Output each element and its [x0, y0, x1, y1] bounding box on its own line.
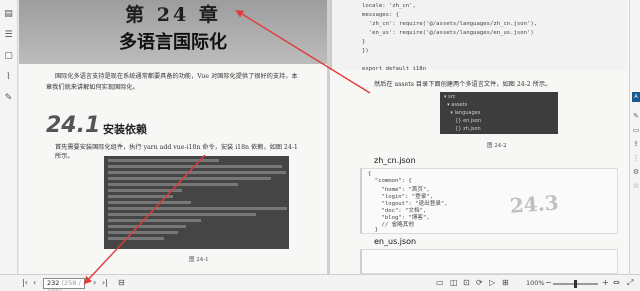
page-right: locale: 'zh_cn', messages: { 'zh_cn': re… — [330, 0, 629, 274]
settings-icon[interactable]: ⚙ — [632, 168, 640, 176]
fit-width-icon[interactable]: ⇔ — [613, 278, 620, 288]
comment-icon[interactable]: ▢ — [3, 50, 15, 62]
translate-badge-icon[interactable]: A — [632, 92, 640, 102]
instruction-paragraph: 然后在 assets 目录下面创建两个多语言文件，如图 24-2 所示。 — [374, 81, 552, 88]
pdf-reader-window: ▤ ☰ ▢ ⌇ ✎ 第 24 章 多语言国际化 国际化多语言支持是现在系统通常都… — [0, 0, 640, 291]
figure-caption-24-1: 图 24-1 — [189, 257, 209, 263]
grid-icon[interactable]: ⊞ — [502, 278, 509, 288]
fullscreen-icon[interactable]: ⊡ — [463, 278, 470, 288]
prev-page-icon[interactable]: ‹ — [33, 278, 36, 288]
file-title-en: en_us.json — [374, 237, 417, 246]
code-line: 'zh_cn': require('@/assets/languages/zh_… — [362, 21, 538, 27]
document-viewer[interactable]: 第 24 章 多语言国际化 国际化多语言支持是现在系统通常都要具备的功能，Vue… — [19, 0, 629, 274]
next-page-icon[interactable]: › — [93, 278, 96, 288]
tree-item: ▾ src — [444, 94, 456, 100]
code-line: { — [368, 171, 372, 177]
chapter-number: 第 24 章 — [125, 4, 221, 26]
play-icon[interactable]: ▷ — [489, 278, 495, 288]
zoom-out-icon[interactable]: − — [545, 278, 552, 288]
zoom-slider[interactable] — [553, 280, 598, 288]
rotate-icon[interactable]: ⟳ — [476, 278, 483, 288]
status-bar: |‹ ‹ 232 (258 / 480) › ›| ⊟ ▭ ◫ ⊡ ⟳ ▷ ⊞ … — [0, 274, 640, 291]
signature-icon[interactable]: ✎ — [3, 92, 15, 104]
last-page-icon[interactable]: ›| — [102, 278, 108, 288]
code-line: } — [362, 39, 366, 45]
first-page-icon[interactable]: |‹ — [22, 278, 28, 288]
two-page-icon[interactable]: ◫ — [450, 278, 458, 288]
code-line: export default i18n — [362, 66, 426, 72]
toc-icon[interactable]: ☰ — [3, 29, 15, 41]
tree-item: {} en.json — [444, 118, 482, 124]
star-icon[interactable]: ☆ — [632, 182, 640, 190]
intro-paragraph-line1: 国际化多语言支持是现在系统通常都要具备的功能，Vue 对国际化提供了很好的支持，… — [55, 73, 298, 80]
chapter-banner: 第 24 章 多语言国际化 — [19, 0, 327, 64]
code-block-en-json — [360, 249, 618, 274]
code-line: "common": { — [368, 178, 412, 184]
terminal-screenshot — [104, 156, 289, 249]
highlight-icon[interactable]: ▭ — [632, 126, 640, 134]
project-tree-screenshot: ▾ src ▾ assets ▾ languages {} en.json {}… — [440, 92, 558, 134]
chapter-title: 多语言国际化 — [119, 32, 227, 53]
tree-item: {} zh.json — [444, 126, 481, 132]
page-number-input[interactable]: 232 (258 / 480) — [43, 278, 85, 291]
fit-page-icon[interactable]: ⊟ — [118, 278, 125, 288]
more-icon[interactable]: ⋮ — [632, 154, 640, 162]
section-number: 24.1 — [46, 113, 101, 138]
share-icon[interactable]: ⇪ — [632, 140, 640, 148]
code-line: locale: 'zh_cn', — [362, 3, 416, 9]
zoom-in-icon[interactable]: + — [602, 278, 609, 288]
attachment-icon[interactable]: ⌇ — [3, 71, 15, 83]
single-page-icon[interactable]: ▭ — [436, 278, 444, 288]
code-line: }) — [362, 48, 369, 54]
code-line: 'en_us': require('@/assets/languages/en_… — [362, 30, 534, 36]
code-line: messages: { — [362, 12, 400, 18]
page-left: 第 24 章 多语言国际化 国际化多语言支持是现在系统通常都要具备的功能，Vue… — [19, 0, 327, 274]
code-block-i18n: locale: 'zh_cn', messages: { 'zh_cn': re… — [330, 0, 626, 72]
tree-item: ▾ assets — [444, 102, 468, 108]
zoom-slider-thumb[interactable] — [574, 280, 577, 288]
current-page: 232 — [47, 279, 60, 287]
figure-caption-24-2: 图 24-2 — [487, 143, 507, 149]
right-side-panel: A ✎ ▭ ⇪ ⋮ ⚙ ☆ — [629, 0, 640, 274]
zoom-level[interactable]: 100% — [526, 278, 545, 288]
left-toolbar: ▤ ☰ ▢ ⌇ ✎ — [0, 0, 18, 274]
expand-icon[interactable]: ⤢ — [627, 278, 633, 288]
section-title: 安装依赖 — [103, 123, 147, 136]
code-line: } — [368, 227, 379, 233]
file-title-zh: zh_cn.json — [374, 156, 416, 165]
thumbnails-icon[interactable]: ▤ — [3, 8, 15, 20]
tree-item: ▾ languages — [444, 110, 481, 116]
pen-icon[interactable]: ✎ — [632, 112, 640, 120]
intro-paragraph-line2: 章我们就来讲解如何实现国际化。 — [46, 84, 139, 91]
